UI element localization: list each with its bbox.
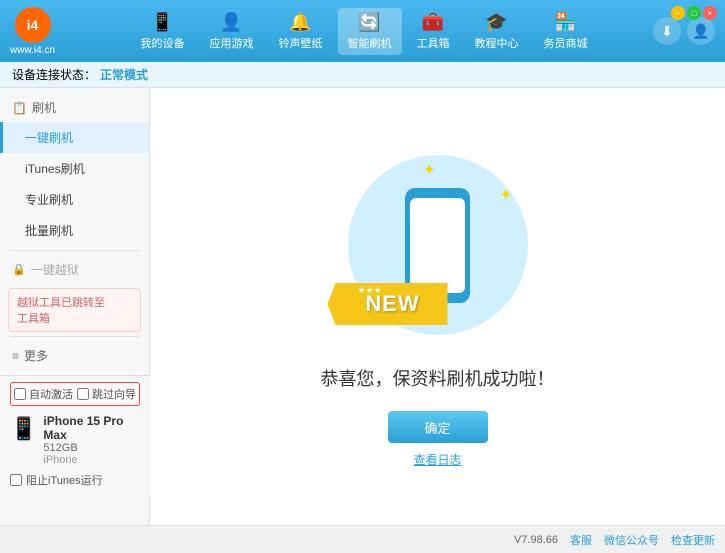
tutorial-icon: 🎓 (485, 12, 507, 33)
sparkle-2: ✦ (499, 185, 512, 205)
success-illustration: ✦ ✦ ✦ NEW ★★★ 恭喜您，保资料刷机成功啦！ 确定 查看日志 (321, 145, 555, 468)
header-right: ⬇ 👤 (653, 17, 715, 45)
auto-activate-label: 自动激活 (29, 386, 73, 402)
sidebar-item-batch-flash[interactable]: 批量刷机 (0, 215, 149, 246)
statusbar-bottom: V7.98.66 客服 微信公众号 检查更新 (0, 525, 725, 553)
phone-screen (410, 198, 465, 293)
window-maximize-button[interactable]: □ (687, 6, 701, 20)
more-section-header: ≡ 更多 (0, 341, 149, 370)
nav-toolbox[interactable]: 🧰 工具箱 (407, 8, 460, 55)
auto-activate-input[interactable] (14, 388, 26, 400)
nav-ringtone-label: 铃声壁纸 (279, 35, 323, 51)
guide-activate-input[interactable] (77, 388, 89, 400)
lock-icon: 🔒 (12, 263, 26, 276)
confirm-button[interactable]: 确定 (388, 411, 488, 443)
wechat-link[interactable]: 微信公众号 (604, 532, 659, 548)
nav-smart-flash[interactable]: 🔄 智能刷机 (338, 8, 402, 55)
jailbreak-warning: 越狱工具已跳转至 工具箱 (8, 288, 141, 332)
content-area: ✦ ✦ ✦ NEW ★★★ 恭喜您，保资料刷机成功啦！ 确定 查看日志 (150, 88, 725, 525)
ringtone-icon: 🔔 (289, 12, 311, 33)
sparkle-1: ✦ (423, 160, 436, 180)
guide-activate-label: 跳过向导 (92, 386, 136, 402)
sidebar-item-pro-flash[interactable]: 专业刷机 (0, 184, 149, 215)
nav-tutorial[interactable]: 🎓 教程中心 (465, 8, 529, 55)
itunes-row: 阻止iTunes运行 (10, 469, 140, 491)
nav-my-device[interactable]: 📱 我的设备 (131, 8, 195, 55)
logo-text: www.i4.cn (10, 45, 55, 56)
phone-illustration: ✦ ✦ ✦ NEW ★★★ (338, 145, 538, 345)
window-minimize-button[interactable]: − (671, 6, 685, 20)
nav-service-label: 务员商城 (544, 35, 588, 51)
device-details: iPhone 15 Pro Max 512GB iPhone (43, 414, 140, 466)
nav-tutorial-label: 教程中心 (475, 35, 519, 51)
logo: i4 www.i4.cn (10, 7, 55, 56)
check-update-link[interactable]: 检查更新 (671, 532, 715, 548)
nav-service[interactable]: 🏪 务员商城 (534, 8, 598, 55)
nav-app-game[interactable]: 👤 应用游戏 (200, 8, 264, 55)
nav-ringtone[interactable]: 🔔 铃声壁纸 (269, 8, 333, 55)
itunes-checkbox[interactable] (10, 474, 22, 486)
pro-flash-label: 专业刷机 (25, 193, 73, 207)
smart-flash-icon: 🔄 (358, 12, 380, 33)
auto-activate-checkbox[interactable]: 自动激活 (14, 386, 73, 402)
connection-status-bar: 设备连接状态： 正常模式 (0, 62, 725, 88)
nav-app-game-label: 应用游戏 (210, 35, 254, 51)
more-section-icon: ≡ (12, 349, 19, 363)
toolbox-icon: 🧰 (422, 12, 444, 33)
window-close-button[interactable]: × (703, 6, 717, 20)
customer-service-link[interactable]: 客服 (570, 532, 592, 548)
warning-text: 越狱工具已跳转至 工具箱 (17, 297, 105, 325)
one-key-flash-label: 一键刷机 (25, 131, 73, 145)
device-type: iPhone (43, 454, 140, 466)
device-storage: 512GB (43, 442, 140, 454)
sidebar-item-itunes-flash[interactable]: iTunes刷机 (0, 153, 149, 184)
device-info: 📱 iPhone 15 Pro Max 512GB iPhone (10, 411, 140, 469)
divider-2 (10, 336, 139, 337)
device-panel: 自动激活 跳过向导 📱 iPhone 15 Pro Max 512GB iPho… (0, 375, 150, 497)
sidebar-item-one-key-flash[interactable]: 一键刷机 (0, 122, 149, 153)
flash-section-icon: 📋 (12, 101, 27, 115)
itunes-label: 阻止iTunes运行 (26, 472, 103, 488)
jailbreak-disabled: 🔒 一键越狱 (0, 255, 149, 284)
device-name: iPhone 15 Pro Max (43, 414, 140, 442)
status-value: 正常模式 (100, 66, 148, 83)
flash-section-label: 刷机 (32, 99, 56, 116)
sidebar: 📋 刷机 一键刷机 iTunes刷机 专业刷机 批量刷机 🔒 一键越狱 (0, 88, 150, 525)
more-section-label: 更多 (24, 347, 48, 364)
jailbreak-label: 一键越狱 (31, 261, 79, 278)
logo-icon: i4 (15, 7, 51, 43)
statusbar-right: V7.98.66 客服 微信公众号 检查更新 (514, 532, 715, 548)
divider-1 (10, 250, 139, 251)
service-icon: 🏪 (554, 12, 576, 33)
nav-bar: 📱 我的设备 👤 应用游戏 🔔 铃声壁纸 🔄 智能刷机 🧰 工具箱 🎓 教程中心… (75, 8, 653, 55)
status-label: 设备连接状态： (12, 66, 96, 83)
nav-my-device-label: 我的设备 (141, 35, 185, 51)
batch-flash-label: 批量刷机 (25, 224, 73, 238)
new-ribbon: NEW ★★★ (328, 283, 448, 325)
app-game-icon: 👤 (220, 12, 242, 33)
guide-activate-checkbox[interactable]: 跳过向导 (77, 386, 136, 402)
itunes-flash-label: iTunes刷机 (25, 162, 85, 176)
nav-smart-flash-label: 智能刷机 (348, 35, 392, 51)
device-phone-icon: 📱 (10, 416, 37, 442)
ribbon-stars: ★★★ (358, 285, 382, 296)
log-link[interactable]: 查看日志 (413, 451, 461, 468)
nav-toolbox-label: 工具箱 (417, 35, 450, 51)
my-device-icon: 📱 (151, 12, 173, 33)
version-text: V7.98.66 (514, 534, 558, 546)
success-title: 恭喜您，保资料刷机成功啦！ (321, 365, 555, 391)
app-header: i4 www.i4.cn 📱 我的设备 👤 应用游戏 🔔 铃声壁纸 🔄 智能刷机… (0, 0, 725, 62)
auto-check-row: 自动激活 跳过向导 (10, 382, 140, 406)
flash-section-header: 📋 刷机 (0, 93, 149, 122)
download-button[interactable]: ⬇ (653, 17, 681, 45)
main-area: 📋 刷机 一键刷机 iTunes刷机 专业刷机 批量刷机 🔒 一键越狱 (0, 88, 725, 525)
user-button[interactable]: 👤 (687, 17, 715, 45)
